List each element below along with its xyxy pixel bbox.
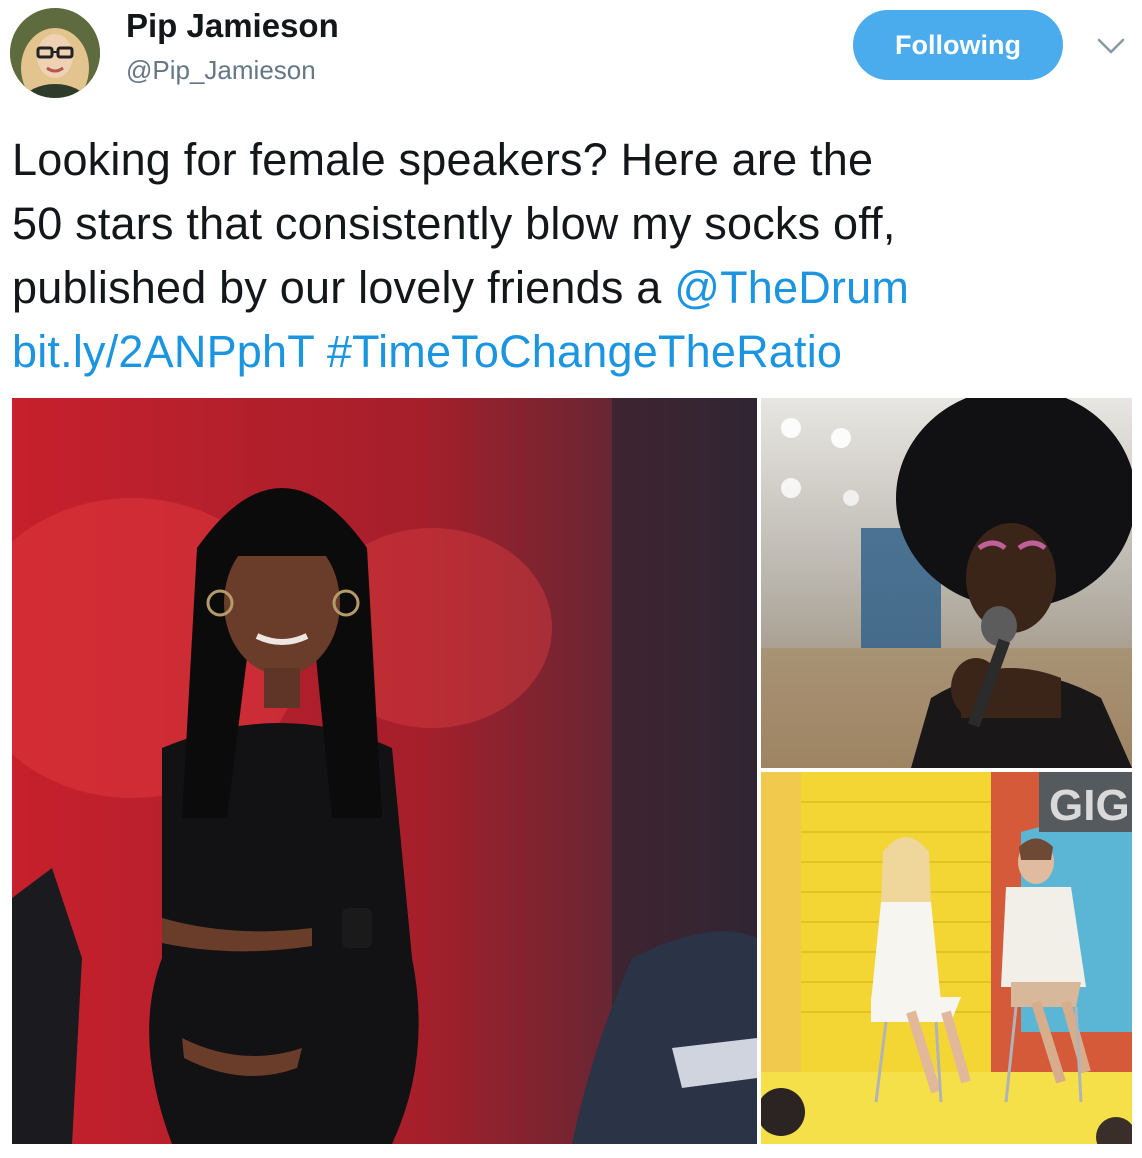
photo-speaker-microphone[interactable] xyxy=(761,398,1132,768)
tweet-text: Looking for female speakers? Here are th… xyxy=(12,128,1122,384)
media-grid: GIG xyxy=(12,398,1132,1144)
author-name[interactable]: Pip Jamieson xyxy=(126,6,339,46)
gig-sign-text: GIG xyxy=(1049,781,1130,830)
url-link[interactable]: bit.ly/2ANPphT xyxy=(12,326,314,377)
tweet-text-line-3-plain: published by our lovely friends a xyxy=(12,262,675,313)
tweet-text-line-3: published by our lovely friends a @TheDr… xyxy=(12,256,1122,320)
author-handle[interactable]: @Pip_Jamieson xyxy=(126,54,316,86)
tweet-text-line-1: Looking for female speakers? Here are th… xyxy=(12,134,874,185)
photo-panel-stage[interactable]: GIG xyxy=(761,772,1132,1144)
author-avatar[interactable] xyxy=(10,8,100,98)
following-button[interactable]: Following xyxy=(853,10,1063,80)
hashtag-link[interactable]: #TimeToChangeTheRatio xyxy=(327,326,842,377)
photo-speaker-black-dress[interactable] xyxy=(12,398,757,1144)
chevron-down-icon[interactable] xyxy=(1096,34,1126,58)
tweet-text-line-4: bit.ly/2ANPphT #TimeToChangeTheRatio xyxy=(12,320,1122,384)
mention-link[interactable]: @TheDrum xyxy=(674,262,909,313)
tweet-text-line-2: 50 stars that consistently blow my socks… xyxy=(12,198,896,249)
